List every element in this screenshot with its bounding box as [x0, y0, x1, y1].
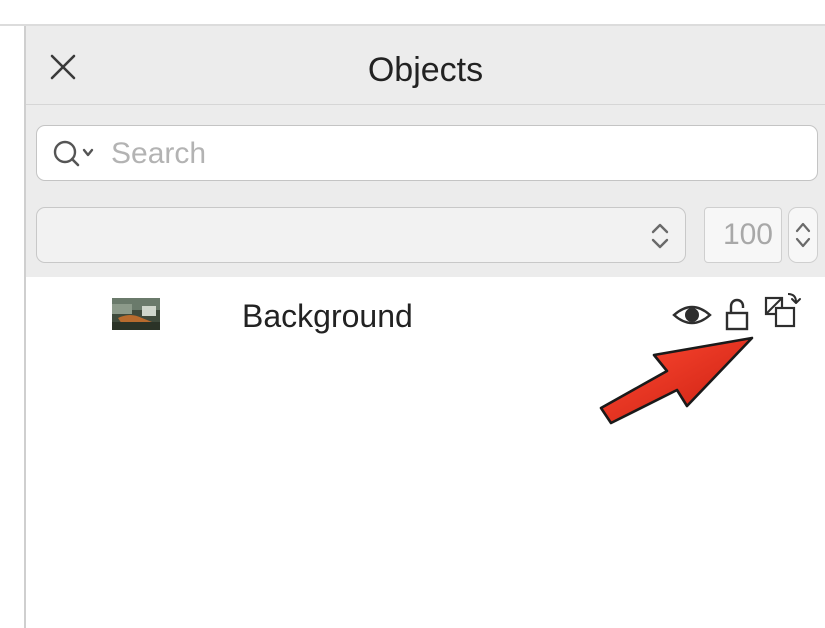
chevron-up-down-icon	[651, 223, 669, 249]
panel-toolbar: 100	[26, 105, 825, 277]
close-icon	[50, 54, 76, 80]
search-icon[interactable]	[51, 138, 101, 170]
opacity-field[interactable]: 100	[704, 207, 782, 263]
layer-name[interactable]: Background	[242, 298, 413, 335]
eye-icon[interactable]	[672, 300, 712, 330]
layer-row[interactable]: Background	[26, 284, 825, 346]
opacity-stepper[interactable]	[788, 207, 818, 263]
layer-thumbnail-image	[112, 298, 160, 330]
close-button[interactable]	[48, 52, 78, 82]
objects-panel: Objects 100	[26, 26, 825, 628]
blend-mode-select[interactable]	[36, 207, 686, 263]
left-rail	[0, 26, 26, 628]
window-top-strip	[0, 0, 825, 26]
search-input[interactable]	[111, 132, 801, 176]
stepper-arrows-icon	[795, 222, 811, 248]
panel-title: Objects	[367, 51, 484, 89]
lock-icon[interactable]	[724, 296, 750, 332]
panel-header: Objects	[26, 26, 825, 105]
search-box[interactable]	[36, 125, 818, 181]
copy-icon[interactable]	[762, 290, 802, 332]
